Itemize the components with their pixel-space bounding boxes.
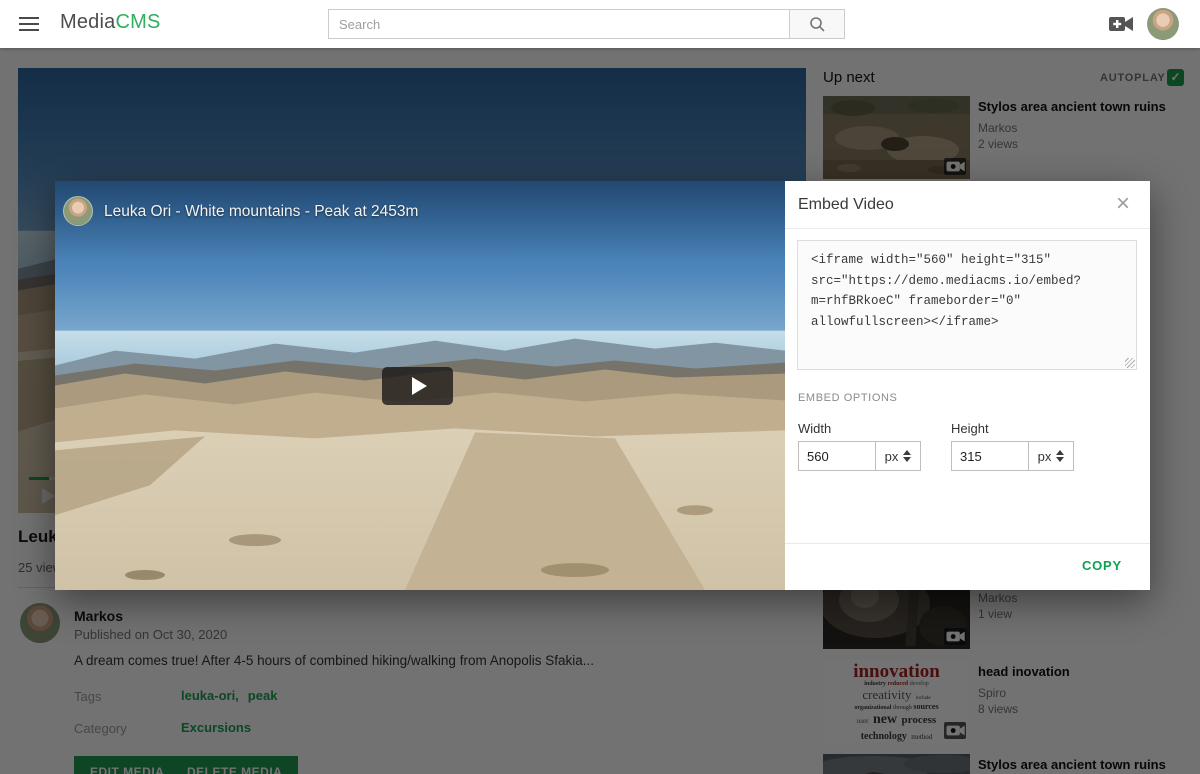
top-navbar: MediaCMS xyxy=(0,0,1200,48)
search-input[interactable] xyxy=(328,9,790,39)
height-input[interactable] xyxy=(951,441,1029,471)
video-author-avatar[interactable] xyxy=(63,196,93,226)
embed-video-modal: Leuka Ori - White mountains - Peak at 24… xyxy=(55,181,1150,590)
embed-options-panel: Embed Video × <iframe width="560" height… xyxy=(785,181,1150,590)
unit-label: px xyxy=(885,449,899,464)
copy-button[interactable]: COPY xyxy=(1082,558,1122,573)
video-title: Leuka Ori - White mountains - Peak at 24… xyxy=(104,203,418,221)
video-title-overlay: Leuka Ori - White mountains - Peak at 24… xyxy=(55,181,785,261)
modal-header: Embed Video × xyxy=(785,181,1150,229)
modal-title: Embed Video xyxy=(798,196,894,214)
search-button[interactable] xyxy=(790,9,845,39)
stepper-icon[interactable] xyxy=(903,450,911,462)
search-bar xyxy=(328,9,845,39)
app-root: Leuka Ori - White mountains - Peak at 24… xyxy=(0,0,1200,774)
close-icon[interactable]: × xyxy=(1108,189,1138,219)
embed-code-line: <iframe width="560" height="315" xyxy=(811,250,1123,271)
logo-text-cms: CMS xyxy=(115,11,160,33)
resize-handle[interactable] xyxy=(1125,358,1135,368)
play-icon xyxy=(412,377,427,395)
embed-code-line: allowfullscreen></iframe> xyxy=(811,312,1123,333)
app-logo[interactable]: MediaCMS xyxy=(60,11,161,34)
width-unit-select[interactable]: px xyxy=(875,441,921,471)
modal-footer: COPY xyxy=(785,543,1150,590)
height-label: Height xyxy=(951,421,989,436)
user-avatar[interactable] xyxy=(1147,8,1179,40)
embed-video-preview[interactable]: Leuka Ori - White mountains - Peak at 24… xyxy=(55,181,785,590)
width-field: px xyxy=(798,441,921,471)
logo-text-media: Media xyxy=(60,11,115,33)
unit-label: px xyxy=(1038,449,1052,464)
embed-code-textarea[interactable]: <iframe width="560" height="315" src="ht… xyxy=(797,240,1137,370)
stepper-icon[interactable] xyxy=(1056,450,1064,462)
search-icon xyxy=(809,16,826,33)
hamburger-menu-icon[interactable] xyxy=(19,15,39,33)
height-field: px xyxy=(951,441,1074,471)
embed-options-label: EMBED OPTIONS xyxy=(798,392,897,404)
embed-code-line: m=rhfBRkoeC" frameborder="0" xyxy=(811,291,1123,312)
upload-video-icon[interactable] xyxy=(1108,14,1134,34)
height-unit-select[interactable]: px xyxy=(1028,441,1074,471)
width-label: Width xyxy=(798,421,831,436)
width-input[interactable] xyxy=(798,441,876,471)
play-button[interactable] xyxy=(382,367,453,405)
embed-code-line: src="https://demo.mediacms.io/embed? xyxy=(811,271,1123,292)
